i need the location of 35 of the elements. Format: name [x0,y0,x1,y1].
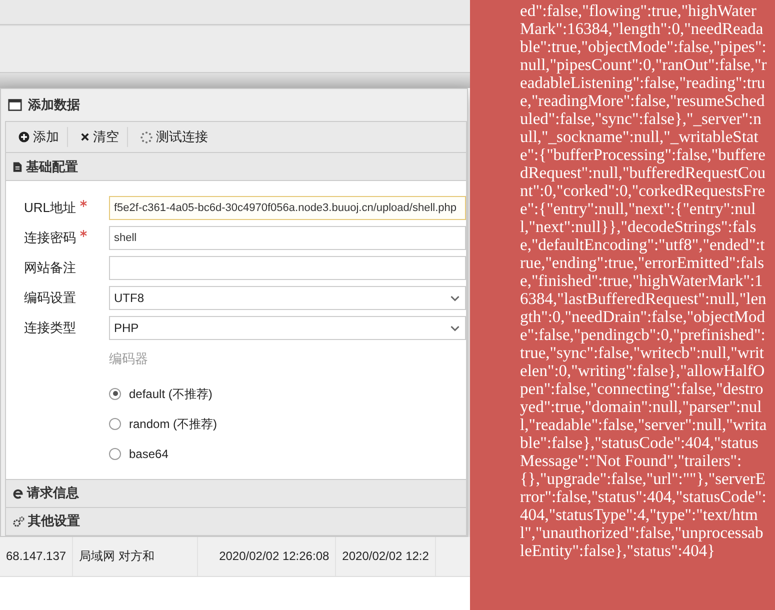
input-field[interactable]: f5e2f-c361-4a05-bc6d-30c4970f056a.node3.buuoj.cn/upload/shell.php [109,196,466,220]
input-field[interactable]: shell [109,226,466,250]
e-logo-icon [12,487,24,499]
accordion-header[interactable]: 其他设置 [5,508,467,536]
table-cell: 局域网 对方和 [73,536,198,576]
radio-button[interactable] [109,388,121,400]
radio-option[interactable]: default (不推荐) [109,378,466,408]
table-cell: 68.147.137 [0,536,74,576]
close-icon [80,132,90,142]
plus-circle-icon [18,131,30,143]
table-cell: 2020/02/02 12:2 [336,536,436,576]
input-field[interactable] [109,256,466,280]
toolbar-button[interactable]: 添加 [18,127,67,147]
dropdown[interactable]: PHP [109,316,466,340]
spinner-icon [140,130,153,144]
radio-option[interactable]: random (不推荐) [109,408,466,438]
field-label: 网站备注 [24,259,76,278]
radio-button[interactable] [109,448,121,460]
toolbar-button[interactable]: 测试连接 [140,127,216,147]
field-label: 连接密码 [24,229,76,248]
field-label: 连接类型 [24,319,76,338]
window-icon [8,98,22,112]
radio-button[interactable] [109,418,121,430]
gears-icon [12,514,25,528]
table-cell: 2020/02/02 12:26:08 [213,536,336,576]
toolbar-button[interactable]: 清空 [80,127,127,147]
radio-option[interactable]: base64 [109,438,466,468]
field-label: URL地址 [24,199,76,218]
section-label: 编码器 [109,350,149,368]
document-icon [12,160,23,172]
field-label: 编码设置 [24,289,76,308]
accordion-header[interactable]: 请求信息 [5,480,467,508]
dialog-title: 添加数据 [28,96,80,114]
accordion-header[interactable]: 基础配置 [5,153,467,181]
dropdown[interactable]: UTF8 [109,286,466,310]
